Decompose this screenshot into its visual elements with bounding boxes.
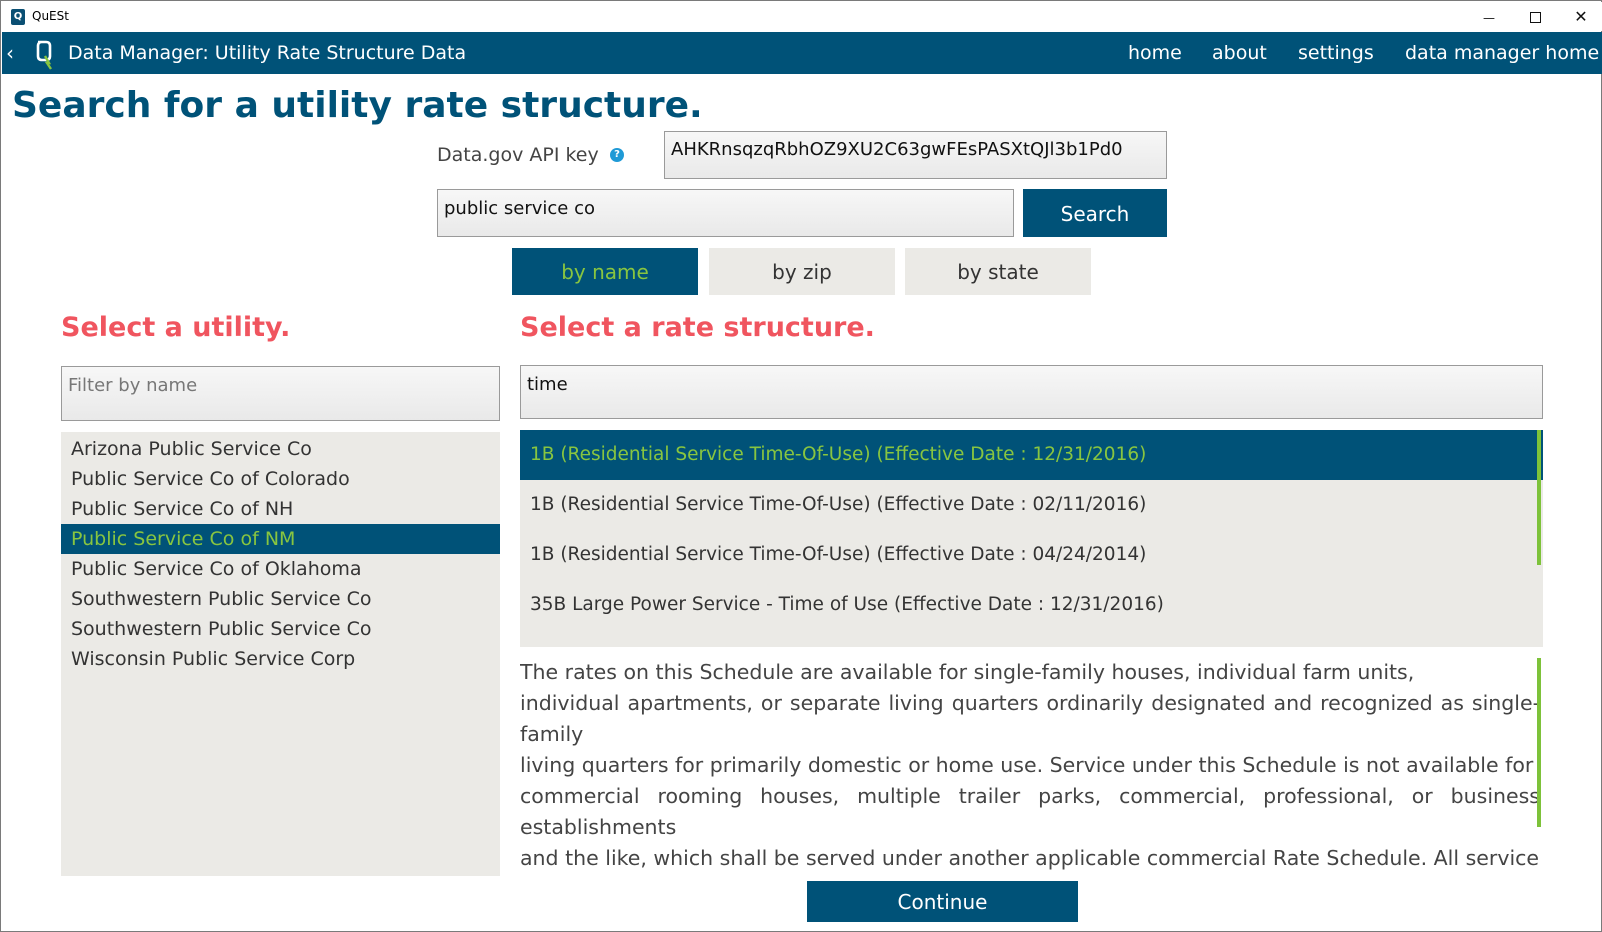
nav-data-manager-home-link[interactable]: data manager home [1405, 42, 1599, 64]
utility-filter-input[interactable]: Filter by name [61, 366, 500, 421]
maximize-icon [1529, 12, 1541, 23]
utility-list-item[interactable]: Southwestern Public Service Co [61, 584, 500, 614]
nav-about-link[interactable]: about [1212, 42, 1267, 64]
utility-list-item[interactable]: Public Service Co of Oklahoma [61, 554, 500, 584]
quest-logo-icon [36, 40, 52, 70]
maximize-button[interactable] [1512, 2, 1558, 31]
rate-section-heading: Select a rate structure. [520, 312, 875, 343]
nav-home-link[interactable]: home [1128, 42, 1182, 64]
rate-list-item[interactable]: 1B (Residential Service Time-Of-Use) (Ef… [520, 480, 1543, 530]
close-button[interactable]: ✕ [1558, 2, 1602, 31]
api-key-label: Data.gov API key [437, 144, 599, 166]
description-line: living quarters for primarily domestic o… [520, 753, 1534, 777]
description-scrollbar[interactable] [1537, 658, 1541, 827]
utility-list-item[interactable]: Wisconsin Public Service Corp [61, 644, 500, 674]
window-title: QuESt [32, 9, 69, 23]
utility-list-item[interactable]: Southwestern Public Service Co [61, 614, 500, 644]
rate-list-item[interactable]: 35B Large Power Service - Time of Use (E… [520, 580, 1543, 630]
minimize-icon: — [1483, 11, 1495, 25]
utility-list-item[interactable]: Public Service Co of NH [61, 494, 500, 524]
nav-settings-link[interactable]: settings [1298, 42, 1374, 64]
rate-list-item-selected[interactable]: 1B (Residential Service Time-Of-Use) (Ef… [520, 430, 1543, 480]
utility-list-item-selected[interactable]: Public Service Co of NM [61, 524, 500, 554]
description-line: The rates on this Schedule are available… [520, 660, 1415, 684]
rate-structure-list: 1B (Residential Service Time-Of-Use) (Ef… [520, 430, 1543, 647]
utility-list-item[interactable]: Public Service Co of Colorado [61, 464, 500, 494]
utility-section-heading: Select a utility. [61, 312, 291, 343]
window-titlebar: Q QuESt — ✕ [2, 2, 1602, 31]
app-header: ‹ Data Manager: Utility Rate Structure D… [2, 32, 1602, 74]
close-icon: ✕ [1574, 7, 1588, 26]
rate-filter-input[interactable]: time [520, 365, 1543, 419]
description-line: individual apartments, or separate livin… [520, 691, 1540, 746]
search-input[interactable]: public service co [437, 189, 1014, 237]
api-key-input[interactable]: AHKRnsqzqRbhOZ9XU2C63gwFEsPASXtQJl3b1Pd0 [664, 131, 1167, 179]
search-button[interactable]: Search [1023, 189, 1167, 237]
quest-app-icon: Q [11, 9, 25, 25]
rate-list-scrollbar[interactable] [1537, 430, 1541, 565]
search-by-state-toggle[interactable]: by state [905, 248, 1091, 295]
header-title: Data Manager: Utility Rate Structure Dat… [68, 42, 467, 64]
continue-button[interactable]: Continue [807, 881, 1078, 922]
description-line: commercial rooming houses, multiple trai… [520, 784, 1540, 839]
app-window: Q QuESt — ✕ ‹ Data Manager: Utility Rate… [0, 0, 1602, 932]
utility-list: Arizona Public Service Co Public Service… [61, 432, 500, 876]
minimize-button[interactable]: — [1466, 2, 1512, 31]
search-by-zip-toggle[interactable]: by zip [709, 248, 895, 295]
utility-list-item[interactable]: Arizona Public Service Co [61, 434, 500, 464]
page-title: Search for a utility rate structure. [12, 85, 703, 126]
search-by-name-toggle[interactable]: by name [512, 248, 698, 295]
back-arrow-icon[interactable]: ‹ [6, 42, 14, 64]
rate-description: The rates on this Schedule are available… [520, 657, 1540, 875]
help-icon[interactable]: ? [610, 148, 624, 162]
rate-list-item[interactable]: 1B (Residential Service Time-Of-Use) (Ef… [520, 530, 1543, 580]
description-line: and the like, which shall be served unde… [520, 846, 1540, 870]
